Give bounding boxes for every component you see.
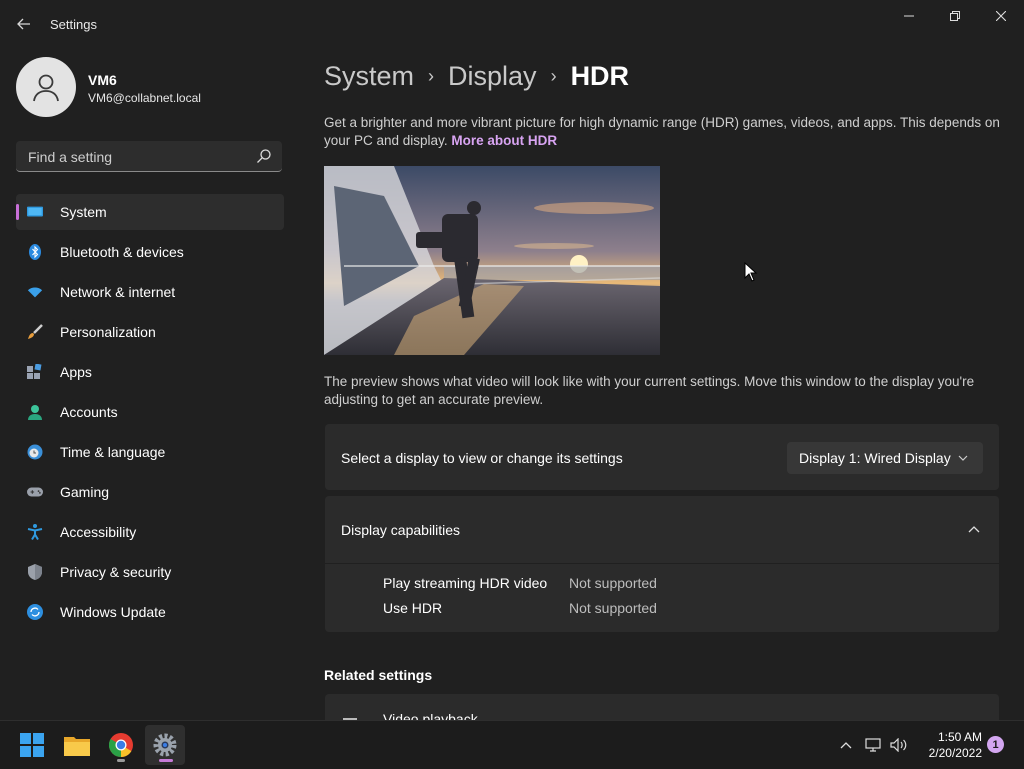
sidebar-item-bluetooth[interactable]: Bluetooth & devices	[16, 234, 284, 270]
sidebar-item-accounts[interactable]: Accounts	[16, 394, 284, 430]
sidebar-item-apps[interactable]: Apps	[16, 354, 284, 390]
search-icon[interactable]	[256, 148, 272, 164]
page-description: Get a brighter and more vibrant picture …	[324, 114, 1004, 150]
sidebar-item-label: Accounts	[60, 404, 118, 420]
volume-icon	[890, 738, 907, 752]
system-display-icon	[27, 204, 43, 220]
sidebar-nav: System Bluetooth & devices Network & int…	[16, 194, 284, 634]
restore-icon	[950, 11, 960, 21]
mouse-cursor-icon	[744, 262, 758, 282]
preview-note: The preview shows what video will look l…	[324, 374, 975, 407]
clock-time: 1:50 AM	[937, 730, 982, 744]
sidebar-item-label: Privacy & security	[60, 564, 172, 580]
start-icon	[20, 733, 44, 757]
display-dropdown-value: Display 1: Wired Display	[799, 450, 951, 466]
related-settings-heading: Related settings	[324, 667, 433, 683]
minimize-button[interactable]	[886, 0, 932, 32]
avatar[interactable]	[16, 57, 76, 117]
close-button[interactable]	[978, 0, 1024, 32]
sidebar-item-personalization[interactable]: Personalization	[16, 314, 284, 350]
shield-icon	[27, 564, 43, 580]
brush-icon	[27, 324, 43, 340]
capability-name: Use HDR	[383, 600, 443, 616]
breadcrumb-display[interactable]: Display	[448, 61, 537, 92]
display-select-card: Select a display to view or change its s…	[325, 424, 999, 490]
chevron-down-icon	[958, 455, 968, 461]
accessibility-icon	[27, 524, 43, 540]
search-box[interactable]	[16, 141, 282, 172]
video-playback-card[interactable]: Video playback	[325, 694, 999, 722]
file-explorer-icon	[64, 737, 90, 756]
display-capabilities-header[interactable]: Display capabilities	[325, 496, 999, 563]
chevron-up-icon	[840, 742, 852, 749]
restore-button[interactable]	[932, 0, 978, 32]
apps-icon	[27, 364, 43, 380]
update-icon	[27, 604, 43, 620]
sidebar-item-label: Apps	[60, 364, 92, 380]
chevron-up-icon[interactable]	[967, 523, 981, 537]
chevron-right-icon: ›	[428, 65, 435, 86]
back-arrow-icon	[17, 18, 30, 30]
gamepad-icon	[27, 484, 43, 500]
network-tray-button[interactable]	[862, 721, 884, 769]
chrome-button[interactable]	[101, 725, 141, 765]
sidebar-item-label: Accessibility	[60, 524, 137, 540]
accounts-icon	[27, 404, 43, 420]
sidebar-item-label: Windows Update	[60, 604, 166, 620]
breadcrumb: System › Display › HDR	[324, 58, 629, 94]
sidebar-item-label: Network & internet	[60, 284, 176, 300]
title-bar: Settings	[0, 0, 1024, 48]
taskbar: 1:50 AM 2/20/2022	[0, 720, 1024, 769]
file-explorer-button[interactable]	[57, 725, 97, 765]
minimize-icon	[904, 15, 914, 17]
network-icon	[865, 738, 881, 752]
user-email: VM6@collabnet.local	[88, 91, 201, 105]
close-icon	[996, 11, 1006, 21]
sidebar-item-label: System	[60, 204, 107, 220]
display-capabilities-title: Display capabilities	[341, 522, 461, 538]
breadcrumb-system[interactable]: System	[324, 61, 414, 92]
user-name: VM6	[88, 72, 117, 88]
volume-tray-button[interactable]	[888, 721, 910, 769]
chrome-icon	[109, 733, 133, 757]
sidebar-item-time-language[interactable]: Time & language	[16, 434, 284, 470]
capability-value: Not supported	[569, 575, 657, 591]
more-about-hdr-link[interactable]: More about HDR	[451, 133, 557, 148]
settings-icon	[153, 733, 177, 757]
display-capabilities-body: Play streaming HDR video Not supported U…	[325, 564, 999, 632]
sidebar-item-windows-update[interactable]: Windows Update	[16, 594, 284, 630]
sidebar-item-label: Gaming	[60, 484, 110, 500]
sidebar-item-label: Personalization	[60, 324, 156, 340]
start-button[interactable]	[12, 725, 52, 765]
page-title: HDR	[570, 60, 630, 91]
show-hidden-icons-button[interactable]	[836, 721, 856, 769]
sidebar-item-accessibility[interactable]: Accessibility	[16, 514, 284, 550]
notification-badge[interactable]: 1	[987, 736, 1004, 753]
user-icon	[33, 74, 59, 102]
app-title: Settings	[50, 17, 97, 32]
sidebar-item-label: Time & language	[60, 444, 166, 460]
settings-button[interactable]	[145, 725, 185, 765]
hdr-preview-video	[324, 166, 660, 355]
sidebar-item-privacy-security[interactable]: Privacy & security	[16, 554, 284, 590]
sidebar-item-gaming[interactable]: Gaming	[16, 474, 284, 510]
clock-date: 2/20/2022	[928, 746, 982, 760]
globe-clock-icon	[27, 444, 43, 460]
clock[interactable]: 1:50 AM 2/20/2022	[914, 729, 982, 761]
wifi-icon	[27, 284, 43, 300]
sidebar-item-label: Bluetooth & devices	[60, 244, 184, 260]
chevron-right-icon: ›	[550, 65, 557, 86]
back-button[interactable]	[10, 10, 38, 38]
display-select-label: Select a display to view or change its s…	[341, 450, 623, 466]
description-text: Get a brighter and more vibrant picture …	[324, 115, 1000, 148]
bluetooth-icon	[27, 244, 43, 260]
capability-value: Not supported	[569, 600, 657, 616]
sidebar-item-network[interactable]: Network & internet	[16, 274, 284, 310]
search-input[interactable]	[26, 147, 250, 167]
display-dropdown[interactable]: Display 1: Wired Display	[787, 442, 983, 474]
sidebar-item-system[interactable]: System	[16, 194, 284, 230]
capability-name: Play streaming HDR video	[383, 575, 548, 591]
